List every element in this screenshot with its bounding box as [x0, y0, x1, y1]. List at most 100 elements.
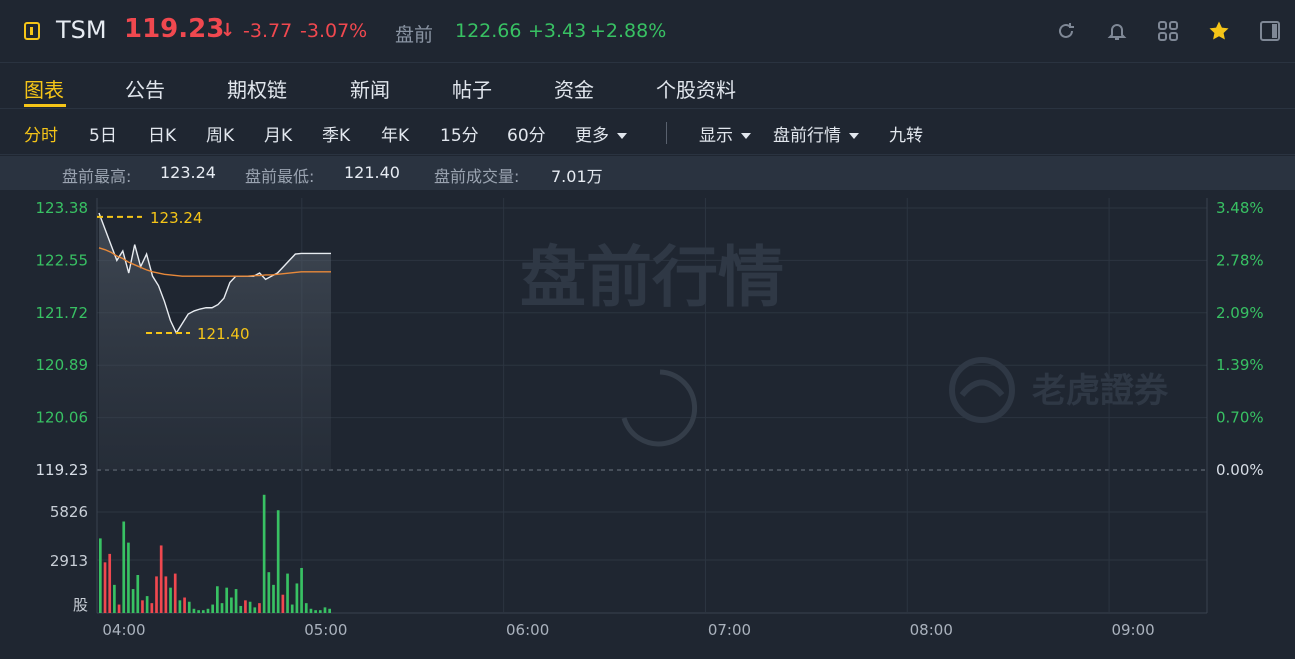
y-pct-tick-label: 2.78% [1216, 251, 1264, 269]
toolbar-divider [666, 122, 667, 144]
volume-bar [206, 608, 210, 613]
premarket-change: +3.43 [528, 20, 587, 42]
period-daily[interactable]: 日K [148, 121, 176, 146]
tab-posts[interactable]: 帖子 [452, 74, 492, 103]
quote-header: TSM 119.23 ↓ -3.77 -3.07% 盘前 122.66 +3.4… [0, 0, 1295, 63]
volume-bar [244, 600, 247, 613]
volume-bar [117, 604, 121, 613]
x-tick-label: 09:00 [1111, 621, 1154, 639]
period-monthly[interactable]: 月K [264, 121, 292, 146]
period-quarterly[interactable]: 季K [322, 121, 350, 146]
volume-bar [216, 586, 219, 613]
star-icon[interactable] [1208, 20, 1230, 42]
stock-chart-app: TSM 119.23 ↓ -3.77 -3.07% 盘前 122.66 +3.4… [0, 0, 1295, 659]
y-tick-label: 122.55 [36, 251, 89, 269]
premarket-low-value: 121.40 [344, 163, 400, 182]
premarket-volume-value: 7.01万 [551, 167, 603, 186]
volume-bar [131, 589, 135, 613]
grid-icon[interactable] [1157, 20, 1179, 42]
volume-bar [328, 608, 331, 613]
volume-bar [187, 601, 191, 613]
y-tick-label: 121.72 [36, 304, 89, 322]
volume-bar [178, 600, 182, 613]
tab-capital[interactable]: 资金 [554, 74, 594, 103]
premarket-low-label: 盘前最低: [245, 167, 315, 186]
market-mode-label: 盘前行情 [773, 126, 841, 146]
watchlist-toggle-icon[interactable] [24, 22, 40, 40]
period-intraday[interactable]: 分时 [24, 121, 58, 146]
tab-announcements[interactable]: 公告 [125, 74, 165, 103]
chevron-down-icon [849, 133, 859, 139]
volume-bar [192, 608, 196, 613]
volume-bar [225, 587, 229, 613]
period-yearly[interactable]: 年K [381, 121, 409, 146]
volume-bar [220, 603, 224, 613]
bell-icon[interactable] [1106, 20, 1128, 42]
panel-icon[interactable] [1259, 20, 1281, 42]
market-mode-dropdown[interactable]: 盘前行情 [773, 121, 859, 146]
y-tick-label: 123.38 [36, 199, 89, 217]
period-toolbar: 分时 5日 日K 周K 月K 季K 年K 15分 60分 更多 显示 盘前行情 … [0, 108, 1295, 155]
volume-bar [314, 610, 317, 613]
volume-bar [197, 610, 200, 613]
down-arrow-icon: ↓ [220, 20, 236, 41]
volume-bar [159, 545, 163, 613]
tab-option-chain[interactable]: 期权链 [227, 74, 287, 103]
tab-company-profile[interactable]: 个股资料 [656, 74, 736, 103]
volume-bar [295, 583, 299, 613]
chart-canvas[interactable]: 盘前行情 老虎證券 123.38 3.48% 122.55 2.78% 121.72 2.… [0, 190, 1295, 659]
volume-bar [211, 604, 214, 613]
high-marker-label: 123.24 [150, 209, 203, 227]
volume-bar [113, 584, 116, 613]
brand-watermark-text: 老虎證券 [1032, 371, 1169, 411]
volume-bar [173, 573, 177, 613]
volume-bar [127, 542, 130, 613]
premarket-volume-label: 盘前成交量: [434, 167, 520, 186]
volume-bar [145, 596, 149, 613]
volume-bar [103, 562, 107, 613]
y-pct-tick-label: 0.70% [1216, 409, 1264, 427]
x-tick-label: 08:00 [910, 621, 953, 639]
intraday-chart[interactable]: 盘前行情 老虎證券 123.38 3.48% 122.55 2.78% 121.72 2.… [0, 190, 1295, 659]
y-tick-label: 119.23 [36, 461, 89, 479]
period-60min[interactable]: 60分 [507, 121, 546, 146]
display-dropdown[interactable]: 显示 [699, 121, 751, 146]
premarket-label: 盘前 [395, 24, 434, 46]
last-price: 119.23 [124, 14, 225, 44]
volume-tick-label: 5826 [50, 503, 88, 521]
volume-bar [281, 594, 285, 613]
volume-bar [169, 587, 172, 613]
loading-spinner-icon [621, 369, 698, 447]
y-pct-tick-label: 3.48% [1216, 199, 1264, 217]
volume-bar [183, 597, 186, 613]
period-weekly[interactable]: 周K [206, 121, 234, 146]
volume-bar [108, 553, 112, 613]
volume-bar [267, 572, 271, 613]
volume-bar [234, 589, 238, 613]
volume-bar [300, 567, 303, 613]
tab-chart[interactable]: 图表 [24, 74, 64, 103]
volume-bar [262, 494, 266, 613]
period-5day[interactable]: 5日 [89, 121, 117, 146]
x-tick-label: 07:00 [708, 621, 751, 639]
more-periods-dropdown[interactable]: 更多 [575, 121, 627, 146]
volume-bar [164, 576, 168, 613]
display-label: 显示 [699, 126, 733, 146]
volume-bar [253, 607, 257, 613]
y-tick-label: 120.06 [36, 409, 89, 427]
refresh-icon[interactable] [1055, 20, 1077, 42]
chevron-down-icon [741, 133, 751, 139]
volume-bar [276, 510, 280, 613]
volume-bar [239, 605, 243, 613]
tab-news[interactable]: 新闻 [350, 74, 390, 103]
active-tab-indicator [24, 104, 66, 107]
premarket-stats-bar: 盘前最高: 123.24 盘前最低: 121.40 盘前成交量: 7.01万 [0, 156, 1295, 190]
volume-bar [150, 603, 154, 613]
volume-bar [258, 603, 261, 613]
volume-bar [99, 538, 102, 613]
volume-bar [318, 610, 322, 613]
period-15min[interactable]: 15分 [440, 121, 479, 146]
volume-bar [248, 601, 252, 613]
nine-turn-button[interactable]: 九转 [889, 121, 923, 146]
premarket-high-value: 123.24 [160, 163, 216, 182]
